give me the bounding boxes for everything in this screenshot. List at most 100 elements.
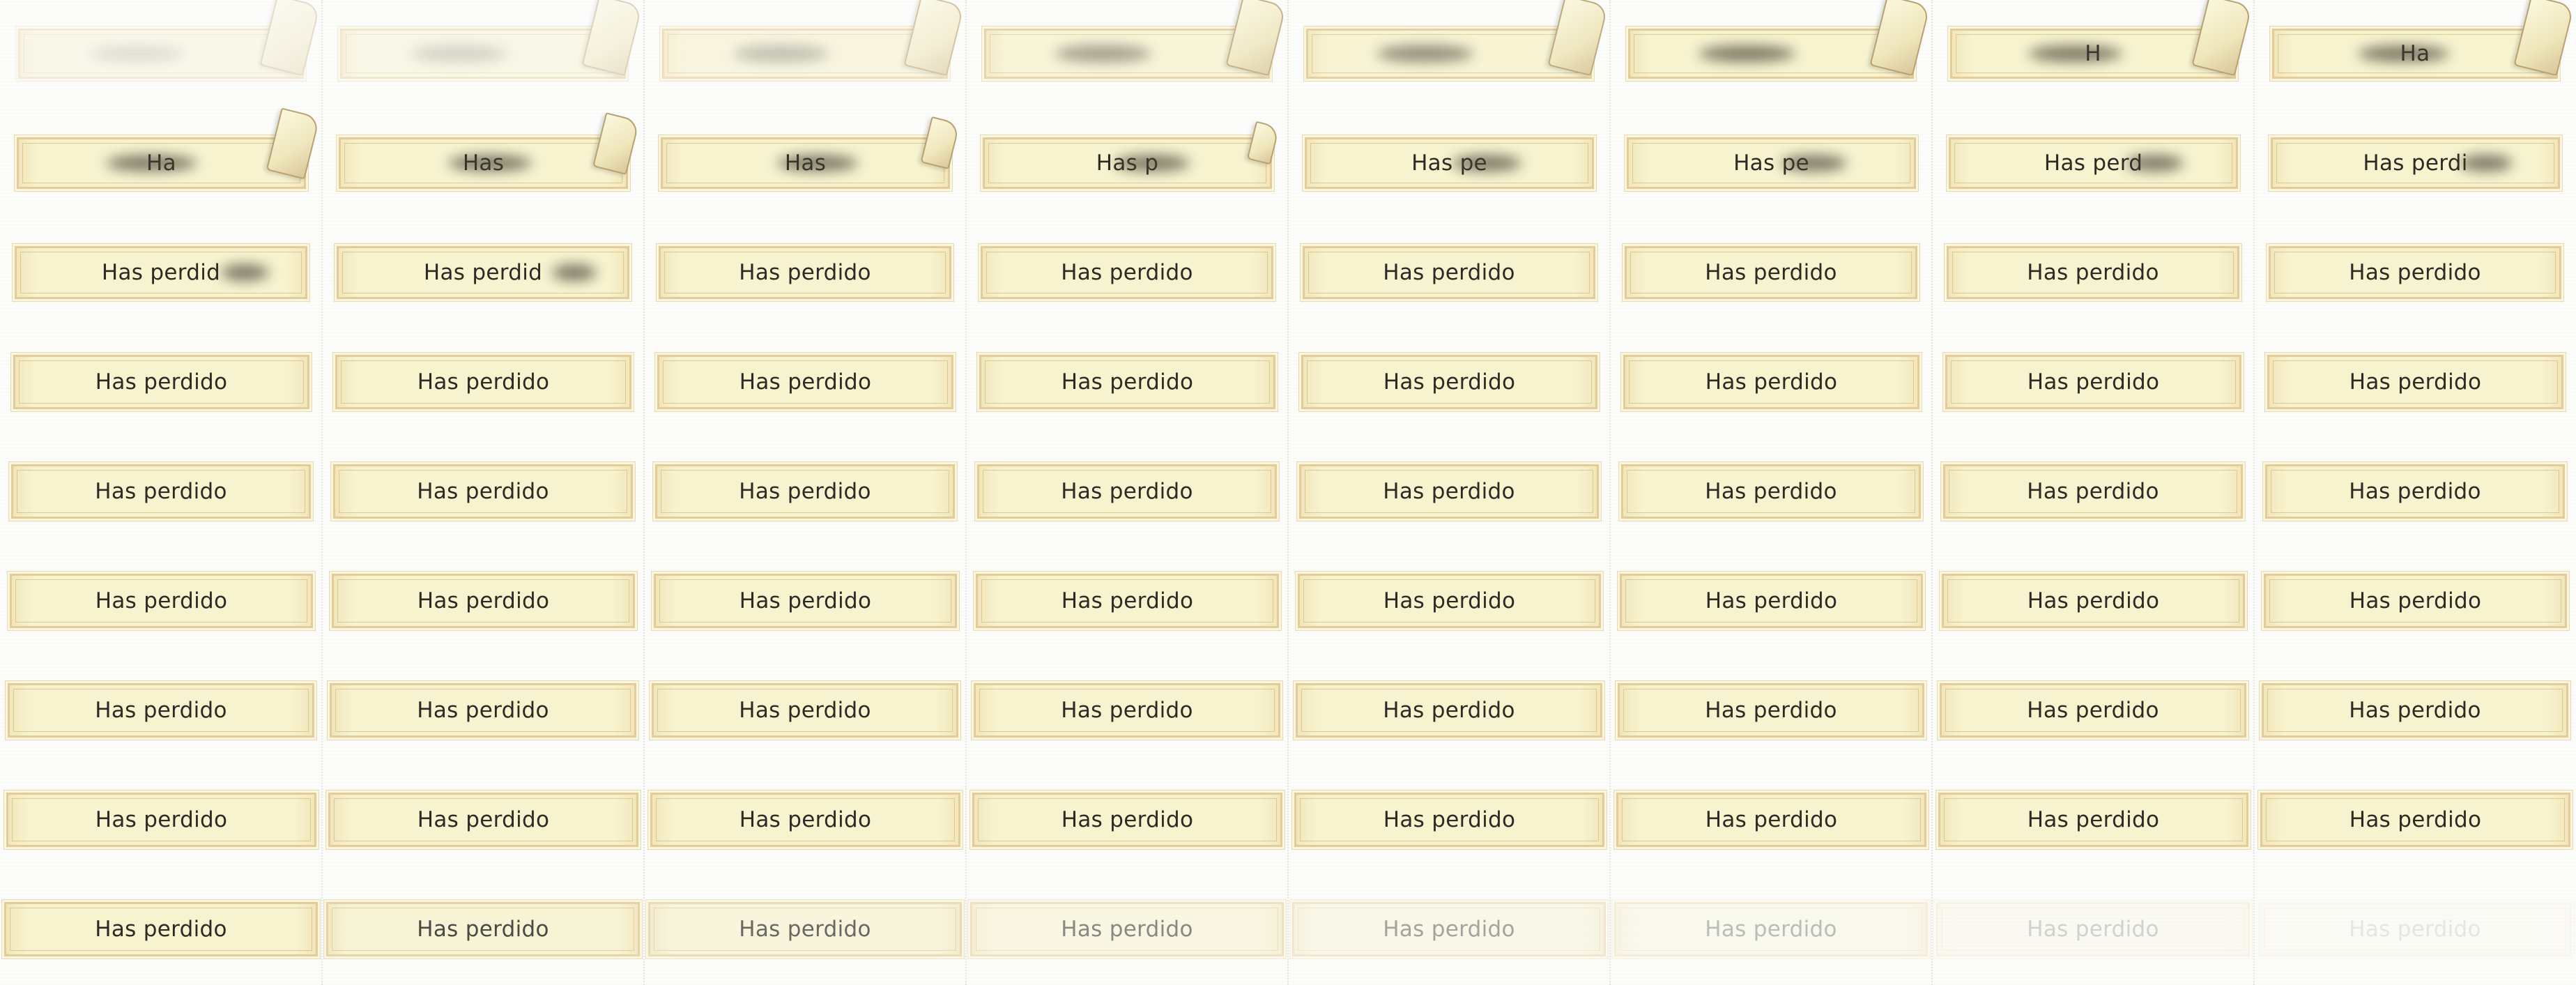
animation-frame: Has perdid <box>322 219 644 328</box>
text-blur <box>1452 155 1521 171</box>
banner-label: Has perdido <box>417 369 550 395</box>
defeat-banner: Has perdido <box>1294 793 1604 847</box>
text-blur <box>221 264 269 281</box>
banner-label: Has perdido <box>1061 479 1193 504</box>
animation-frame: Ha <box>2254 0 2576 109</box>
animation-frame: Has perdido <box>2254 328 2576 438</box>
animation-frame: Has perdido <box>1288 876 1610 985</box>
defeat-banner: Has perdido <box>13 355 309 409</box>
animation-frame <box>1610 0 1932 109</box>
banner-label: Has perdido <box>1383 588 1516 613</box>
animation-frame: Has perdido <box>1610 328 1932 438</box>
animation-frame: Has perd <box>1932 109 2254 219</box>
defeat-banner: Has perdido <box>650 793 960 847</box>
text-blur <box>777 155 858 171</box>
banner-label: Has perdido <box>1383 479 1515 504</box>
animation-frame: Has perdido <box>2254 657 2576 766</box>
defeat-banner: Has perdido <box>1940 683 2246 738</box>
animation-frame: Has perdido <box>2254 766 2576 876</box>
defeat-banner: Has p <box>983 121 1280 189</box>
animation-frame: Has perdido <box>0 438 322 547</box>
animation-frame: Has perdido <box>1932 219 2254 328</box>
banner-label: Has perdido <box>1061 369 1194 395</box>
defeat-banner: Has perdido <box>326 902 640 956</box>
banner-label: Has perdido <box>739 917 871 942</box>
defeat-banner: Has perdi <box>2271 137 2560 189</box>
animation-frame: Has perdido <box>0 328 322 438</box>
banner-label: Has perdido <box>1705 369 1838 395</box>
animation-frame: Has perdido <box>0 876 322 985</box>
banner-label: Has perdido <box>2349 698 2481 723</box>
animation-frame: Ha <box>0 107 322 219</box>
banner-label: Has perdido <box>739 698 871 723</box>
defeat-banner: Has perdido <box>979 355 1275 409</box>
text-blur <box>1781 155 1847 171</box>
animation-frame: Has perdido <box>322 766 644 876</box>
animation-frame: Has perdido <box>322 438 644 547</box>
animation-frame: Has pe <box>1610 109 1932 219</box>
animation-frame: Has perdido <box>0 657 322 766</box>
animation-frame: Has perdi <box>2254 109 2576 219</box>
defeat-banner: Has perdido <box>1936 902 2250 956</box>
text-blur <box>448 155 532 171</box>
banner-label: Has perdido <box>739 369 872 395</box>
defeat-banner: Has perdido <box>1618 683 1924 738</box>
banner-label: Has perdido <box>1061 698 1193 723</box>
banner-label: Has perdido <box>2349 479 2481 504</box>
banner-label: Has perdido <box>2027 479 2159 504</box>
animation-frame: Has perdido <box>1288 328 1610 438</box>
defeat-banner: Has perdido <box>1296 683 1602 738</box>
text-blur <box>552 264 597 281</box>
animation-frame: Has perdido <box>1932 766 2254 876</box>
defeat-banner: Has perdido <box>1620 574 1923 628</box>
defeat-banner: Has perdido <box>977 464 1277 519</box>
banner-label: Has perdido <box>1061 917 1193 942</box>
defeat-banner: Has perdido <box>648 902 962 956</box>
animation-frame <box>1288 0 1610 109</box>
animation-frame: Has perdido <box>966 219 1288 328</box>
animation-frame: Has perdido <box>966 657 1288 766</box>
defeat-banner: Has perdido <box>1942 574 2245 628</box>
animation-frame: Has <box>644 109 966 219</box>
defeat-banner: Has perdido <box>981 246 1273 299</box>
defeat-banner: Has perdid <box>15 246 307 299</box>
banner-label: Has perdido <box>417 588 550 613</box>
defeat-banner: Has perdido <box>1625 246 1917 299</box>
banner-label: Has perdido <box>2349 369 2482 395</box>
animation-frame: Has perdido <box>644 328 966 438</box>
defeat-banner: Ha <box>2272 0 2575 79</box>
paper-curl-icon <box>920 116 960 170</box>
defeat-banner: Has perdido <box>1299 464 1599 519</box>
animation-frame: Has perdido <box>1610 438 1932 547</box>
banner-label: Has perdi <box>2363 151 2468 176</box>
animation-frame: Has perdido <box>644 657 966 766</box>
paper-curl-icon <box>592 112 640 175</box>
banner-label: Has perdido <box>2027 369 2160 395</box>
paper-curl-icon <box>903 0 965 77</box>
defeat-banner <box>340 0 643 79</box>
banner-label: Has perdido <box>2349 260 2481 285</box>
defeat-banner: Has perdido <box>1943 464 2243 519</box>
defeat-banner: Has perdido <box>1616 793 1926 847</box>
animation-frame: Has perdido <box>1932 328 2254 438</box>
banner-label: Has perdido <box>1383 917 1515 942</box>
animation-frame: Has perdido <box>322 657 644 766</box>
text-blur <box>2028 45 2122 62</box>
animation-frame: Has perdido <box>322 547 644 657</box>
defeat-banner: Has perdido <box>11 464 311 519</box>
animation-frame: Has p <box>966 109 1288 219</box>
text-blur <box>1699 45 1795 62</box>
banner-label: Has perdido <box>2027 917 2159 942</box>
banner-label: Has perdido <box>2027 698 2159 723</box>
animation-frame: Has perdido <box>2254 876 2576 985</box>
banner-label: Has perdido <box>1705 917 1837 942</box>
animation-frame: Has perdido <box>0 766 322 876</box>
banner-label: Has perdido <box>1383 260 1515 285</box>
banner-label: Has perdido <box>1383 698 1515 723</box>
animation-frame: Has perdido <box>1288 219 1610 328</box>
defeat-banner: Has perdido <box>655 464 955 519</box>
defeat-banner: Has perdido <box>659 246 951 299</box>
paper-curl-icon <box>1225 0 1287 77</box>
animation-frame: Has perdido <box>322 876 644 985</box>
animation-frame: Has perdido <box>1610 876 1932 985</box>
